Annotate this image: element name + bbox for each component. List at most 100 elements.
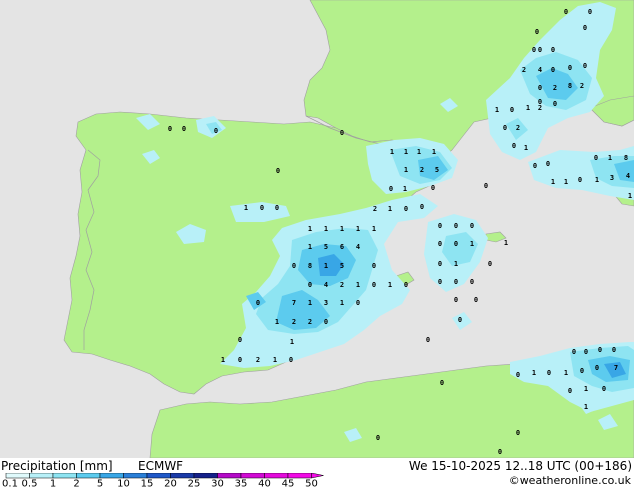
legend-color-swatch [99, 473, 124, 479]
precip-value-label: 1 [372, 225, 376, 233]
precip-value-label: 1 [504, 239, 508, 247]
precip-value-label: 0 [568, 64, 572, 72]
copyright-text: ©weatheronline.co.uk [508, 474, 631, 487]
legend-color-swatch [193, 473, 218, 479]
precip-value-label: 8 [624, 154, 628, 162]
precip-value-label: 2 [420, 166, 424, 174]
precip-value-label: 0 [438, 222, 442, 230]
precip-value-label: 1 [551, 178, 555, 186]
precip-value-label: 0 [420, 203, 424, 211]
precip-value-label: 1 [244, 204, 248, 212]
precip-value-label: 1 [340, 299, 344, 307]
precip-value-label: 1 [608, 154, 612, 162]
precip-value-label: 8 [568, 82, 572, 90]
precip-value-label: 0 [324, 318, 328, 326]
map-footer: Precipitation [mm] ECMWF We 15-10-2025 1… [0, 458, 634, 490]
precip-value-label: 1 [432, 148, 436, 156]
precip-value-label: 1 [275, 318, 279, 326]
legend-tick-label: 30 [211, 479, 224, 488]
legend-tick-label: 1 [50, 479, 56, 488]
precip-value-label: 1 [388, 281, 392, 289]
precip-value-label: 2 [538, 104, 542, 112]
precip-value-label: 0 [404, 205, 408, 213]
precip-value-label: 1 [417, 148, 421, 156]
precip-value-label: 0 [598, 346, 602, 354]
precip-value-label: 1 [308, 243, 312, 251]
precip-value-label: 0 [564, 8, 568, 16]
precip-value-label: 0 [602, 385, 606, 393]
legend-tick-label: 10 [117, 479, 130, 488]
precip-value-label: 1 [403, 185, 407, 193]
precip-value-label: 1 [564, 369, 568, 377]
precip-value-label: 0 [595, 364, 599, 372]
legend-color-swatch [264, 473, 289, 479]
precip-value-label: 0 [404, 281, 408, 289]
precip-value-label: 1 [584, 385, 588, 393]
legend-color-swatch [5, 473, 30, 479]
precip-value-label: 0 [583, 62, 587, 70]
legend-tick-label: 2 [73, 479, 79, 488]
legend-color-swatch [123, 473, 148, 479]
precip-value-label: 1 [595, 176, 599, 184]
weather-map-view: 0000000240000282010120020100018110134100… [0, 0, 634, 490]
precip-value-label: 0 [431, 184, 435, 192]
precip-value-label: 1 [524, 144, 528, 152]
model-name: ECMWF [138, 459, 184, 473]
legend-tick-label: 0.5 [22, 479, 38, 488]
precip-value-label: 0 [454, 296, 458, 304]
precip-value-label: 1 [356, 281, 360, 289]
legend-tick-label: 40 [258, 479, 271, 488]
precip-value-label: 1 [526, 104, 530, 112]
precip-value-label: 2 [522, 66, 526, 74]
legend-color-swatch [240, 473, 265, 479]
precip-value-label: 0 [510, 106, 514, 114]
legend-tick-label: 20 [164, 479, 177, 488]
precip-value-label: 1 [584, 403, 588, 411]
precip-value-label: 4 [356, 243, 360, 251]
precip-value-label: 1 [273, 356, 277, 364]
legend-tick-label: 5 [97, 479, 103, 488]
precip-value-label: 1 [564, 178, 568, 186]
precip-value-label: 4 [538, 66, 542, 74]
precip-value-label: 0 [474, 296, 478, 304]
precip-value-label: 6 [340, 243, 344, 251]
precip-value-label: 5 [324, 243, 328, 251]
precip-value-label: 0 [454, 278, 458, 286]
precip-value-label: 0 [389, 185, 393, 193]
precip-value-label: 4 [626, 172, 630, 180]
precip-value-label: 2 [553, 84, 557, 92]
precipitation-color-legend: 0.1 0.5 1 2 5 10 15 20 25 30 35 40 45 50 [2, 473, 324, 488]
precip-value-label: 0 [553, 100, 557, 108]
legend-color-swatch [287, 473, 312, 479]
precip-value-label: 0 [308, 281, 312, 289]
precip-value-label: 1 [470, 240, 474, 248]
precip-value-label: 0 [372, 281, 376, 289]
precip-value-label: 0 [538, 84, 542, 92]
precip-value-label: 1 [628, 192, 632, 200]
legend-tick-label: 50 [305, 479, 318, 488]
precip-value-label: 1 [404, 166, 408, 174]
precip-value-label: 0 [372, 262, 376, 270]
precip-value-label: 1 [356, 225, 360, 233]
precip-value-label: 0 [275, 204, 279, 212]
precip-value-label: 0 [516, 371, 520, 379]
precip-value-label: 0 [168, 125, 172, 133]
precip-value-label: 0 [256, 299, 260, 307]
precip-value-label: 0 [578, 176, 582, 184]
precip-value-label: 2 [516, 124, 520, 132]
precip-value-label: 1 [308, 299, 312, 307]
precip-value-label: 0 [484, 182, 488, 190]
precip-value-label: 0 [458, 316, 462, 324]
precip-value-label: 0 [470, 222, 474, 230]
precip-value-label: 0 [289, 356, 293, 364]
precip-value-label: 0 [438, 240, 442, 248]
precip-value-label: 0 [535, 28, 539, 36]
precip-value-label: 1 [532, 369, 536, 377]
precip-value-label: 0 [551, 66, 555, 74]
precip-value-label: 1 [324, 225, 328, 233]
precip-value-label: 0 [498, 448, 502, 456]
precip-value-label: 0 [588, 8, 592, 16]
legend-tick-label: 35 [235, 479, 248, 488]
precip-value-label: 1 [495, 106, 499, 114]
precip-value-label: 2 [292, 318, 296, 326]
